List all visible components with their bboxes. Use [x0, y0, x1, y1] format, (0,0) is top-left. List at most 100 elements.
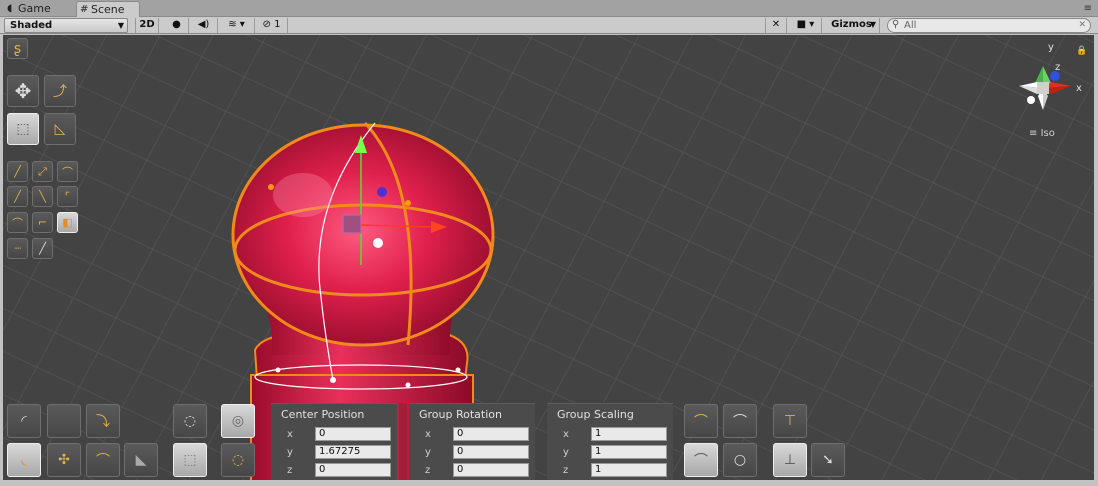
lasso-icon: ➘ [822, 452, 834, 468]
camera-dropdown-icon[interactable]: ■ ▾ [790, 18, 822, 33]
bottom-border [0, 480, 1098, 486]
solid-line-tool[interactable]: ╱ [32, 238, 53, 259]
curve-arrow-tool-button[interactable]: ⤵ [86, 404, 120, 438]
curve-tool-button-2[interactable]: ⌒ [86, 443, 120, 477]
segment-tool-5[interactable]: ╲ [32, 186, 53, 207]
window-menu-icon[interactable]: ≡ [1084, 3, 1092, 14]
gizmo-z-label: z [1055, 62, 1060, 73]
tools-icon[interactable]: ✕ [765, 18, 787, 33]
grid-icon: # [80, 4, 89, 15]
group-rotation-title: Group Rotation [419, 408, 502, 421]
arc-tool-button[interactable]: ◜ [7, 404, 41, 438]
group-rotation-z-field[interactable]: 0 [453, 463, 529, 477]
effects-dropdown-icon[interactable]: ≋ ▾ [219, 18, 255, 33]
axis-y-label: y [287, 447, 293, 458]
logo-button[interactable]: ʂ [7, 38, 28, 59]
rounded-corner-icon: ◧ [62, 216, 73, 229]
tab-scene-label: Scene [91, 3, 125, 16]
curve-icon: ⌒ [62, 165, 73, 179]
diagonal-icon: ╲ [39, 190, 46, 203]
center-position-y-field[interactable]: 1.67275 [315, 445, 391, 459]
curve-icon: ⌒ [12, 216, 23, 230]
quarter-circle-icon: ◟ [21, 452, 27, 468]
circle-scale-button[interactable]: ◌ [221, 443, 255, 477]
projection-toggle[interactable]: ≡ Iso [1029, 128, 1055, 139]
empty-tool-button[interactable] [47, 404, 81, 438]
segment-tool-9[interactable]: ◧ [57, 212, 78, 233]
line-icon: ╱ [14, 165, 21, 178]
circle-rotate-button[interactable]: ◎ [221, 404, 255, 438]
gizmo-x-label: x [1076, 83, 1082, 94]
group-scaling-x-field[interactable]: 1 [591, 427, 667, 441]
triangle-tool-button[interactable]: ◺ [44, 113, 76, 145]
group-scaling-panel: Group Scaling x 1 y 1 z 1 [547, 403, 673, 480]
split-icon: ⊥ [783, 452, 797, 468]
center-position-panel: Center Position x 0 y 1.67275 z 0 [271, 403, 397, 480]
center-position-x-field[interactable]: 0 [315, 427, 391, 441]
curve-anchor-icon: ⌒ [694, 453, 708, 469]
curve-tool-button[interactable]: ⤴ [44, 75, 76, 107]
branch-tool-button[interactable]: ✣ [47, 443, 81, 477]
search-placeholder: All [904, 20, 917, 31]
line-icon: ╱ [14, 190, 21, 203]
move-tool-button[interactable]: ✥ [7, 75, 39, 107]
tab-scene[interactable]: # Scene [76, 1, 140, 17]
scene-viewport[interactable]: y z x 🔒 ≡ Iso ʂ ✥ ⤴ ⬚ ◺ ╱ ⤢ ⌒ ╱ ╲ ⌜ ⌒ ⌐ … [3, 35, 1094, 480]
curve-arrow-icon: ⤴ [53, 84, 67, 100]
group-scaling-z-field[interactable]: 1 [591, 463, 667, 477]
tab-game-label: Game [18, 2, 51, 15]
curve-anchor-icon: ⌒ [694, 414, 708, 430]
split-tool-button[interactable]: ⊤ [773, 404, 807, 438]
rect-select-icon: ⬚ [183, 452, 197, 468]
window-tab-bar: ◖ Game # Scene ≡ [0, 0, 1098, 17]
dotted-circle-icon: ◌ [183, 413, 197, 429]
group-rotation-y-field[interactable]: 0 [453, 445, 529, 459]
segment-tool-1[interactable]: ╱ [7, 161, 28, 182]
shading-mode-dropdown[interactable]: Shaded ▼ [4, 18, 128, 33]
toggle-2d-button[interactable]: 2D [135, 18, 159, 33]
rect-select-button[interactable]: ⬚ [173, 443, 207, 477]
shading-mode-label: Shaded [10, 20, 53, 31]
segment-tool-2[interactable]: ⤢ [32, 161, 53, 182]
axis-x-label: x [425, 429, 431, 440]
group-scaling-title: Group Scaling [557, 408, 634, 421]
hamburger-icon: ≡ [1029, 128, 1038, 139]
hidden-layers-button[interactable]: ⊘ 1 [256, 18, 288, 33]
lasso-tool-button[interactable]: ➘ [811, 443, 845, 477]
segment-tool-6[interactable]: ⌜ [57, 186, 78, 207]
rect-select-icon: ⬚ [16, 121, 30, 137]
audio-toggle-icon[interactable]: ◀) [190, 18, 218, 33]
search-input[interactable]: ⚲ All ✕ [887, 18, 1091, 33]
gizmos-dropdown[interactable]: Gizmos ▼ [824, 18, 880, 33]
clear-search-icon[interactable]: ✕ [1078, 19, 1086, 32]
pacman-icon: ◖ [7, 3, 13, 14]
center-position-title: Center Position [281, 408, 365, 421]
rect-select-tool-button[interactable]: ⬚ [7, 113, 39, 145]
curve-weld-button[interactable]: ⌒ [684, 404, 718, 438]
group-scaling-y-field[interactable]: 1 [591, 445, 667, 459]
axis-z-label: z [563, 465, 569, 476]
segment-tool-3[interactable]: ⌒ [57, 161, 78, 182]
curve-ring-button[interactable]: ○ [723, 443, 757, 477]
dotted-circle-icon: ◌ [231, 452, 245, 468]
group-rotation-x-field[interactable]: 0 [453, 427, 529, 441]
axis-y-label: y [563, 447, 569, 458]
curve-bend-button[interactable]: ⌒ [723, 404, 757, 438]
circle-select-button[interactable]: ◌ [173, 404, 207, 438]
scene-toolbar: Shaded ▼ 2D ● ◀) ≋ ▾ ⊘ 1 ✕ ■ ▾ Gizmos ▼ … [0, 17, 1098, 34]
chevron-down-icon: ▼ [117, 21, 124, 30]
center-position-z-field[interactable]: 0 [315, 463, 391, 477]
tab-game[interactable]: ◖ Game [4, 1, 74, 17]
curve-anchor-button[interactable]: ⌒ [684, 443, 718, 477]
lighting-toggle-icon[interactable]: ● [165, 18, 189, 33]
cut-tool-button[interactable]: ◣ [124, 443, 158, 477]
segment-tool-8[interactable]: ⌐ [32, 212, 53, 233]
split-anchor-button[interactable]: ⊥ [773, 443, 807, 477]
search-icon: ⚲ [892, 19, 900, 30]
axis-x-label: x [563, 429, 569, 440]
lock-icon: 🔒 [1076, 45, 1087, 56]
segment-tool-4[interactable]: ╱ [7, 186, 28, 207]
quarter-circle-tool-button[interactable]: ◟ [7, 443, 41, 477]
segment-tool-7[interactable]: ⌒ [7, 212, 28, 233]
dashed-line-tool[interactable]: ┈ [7, 238, 28, 259]
